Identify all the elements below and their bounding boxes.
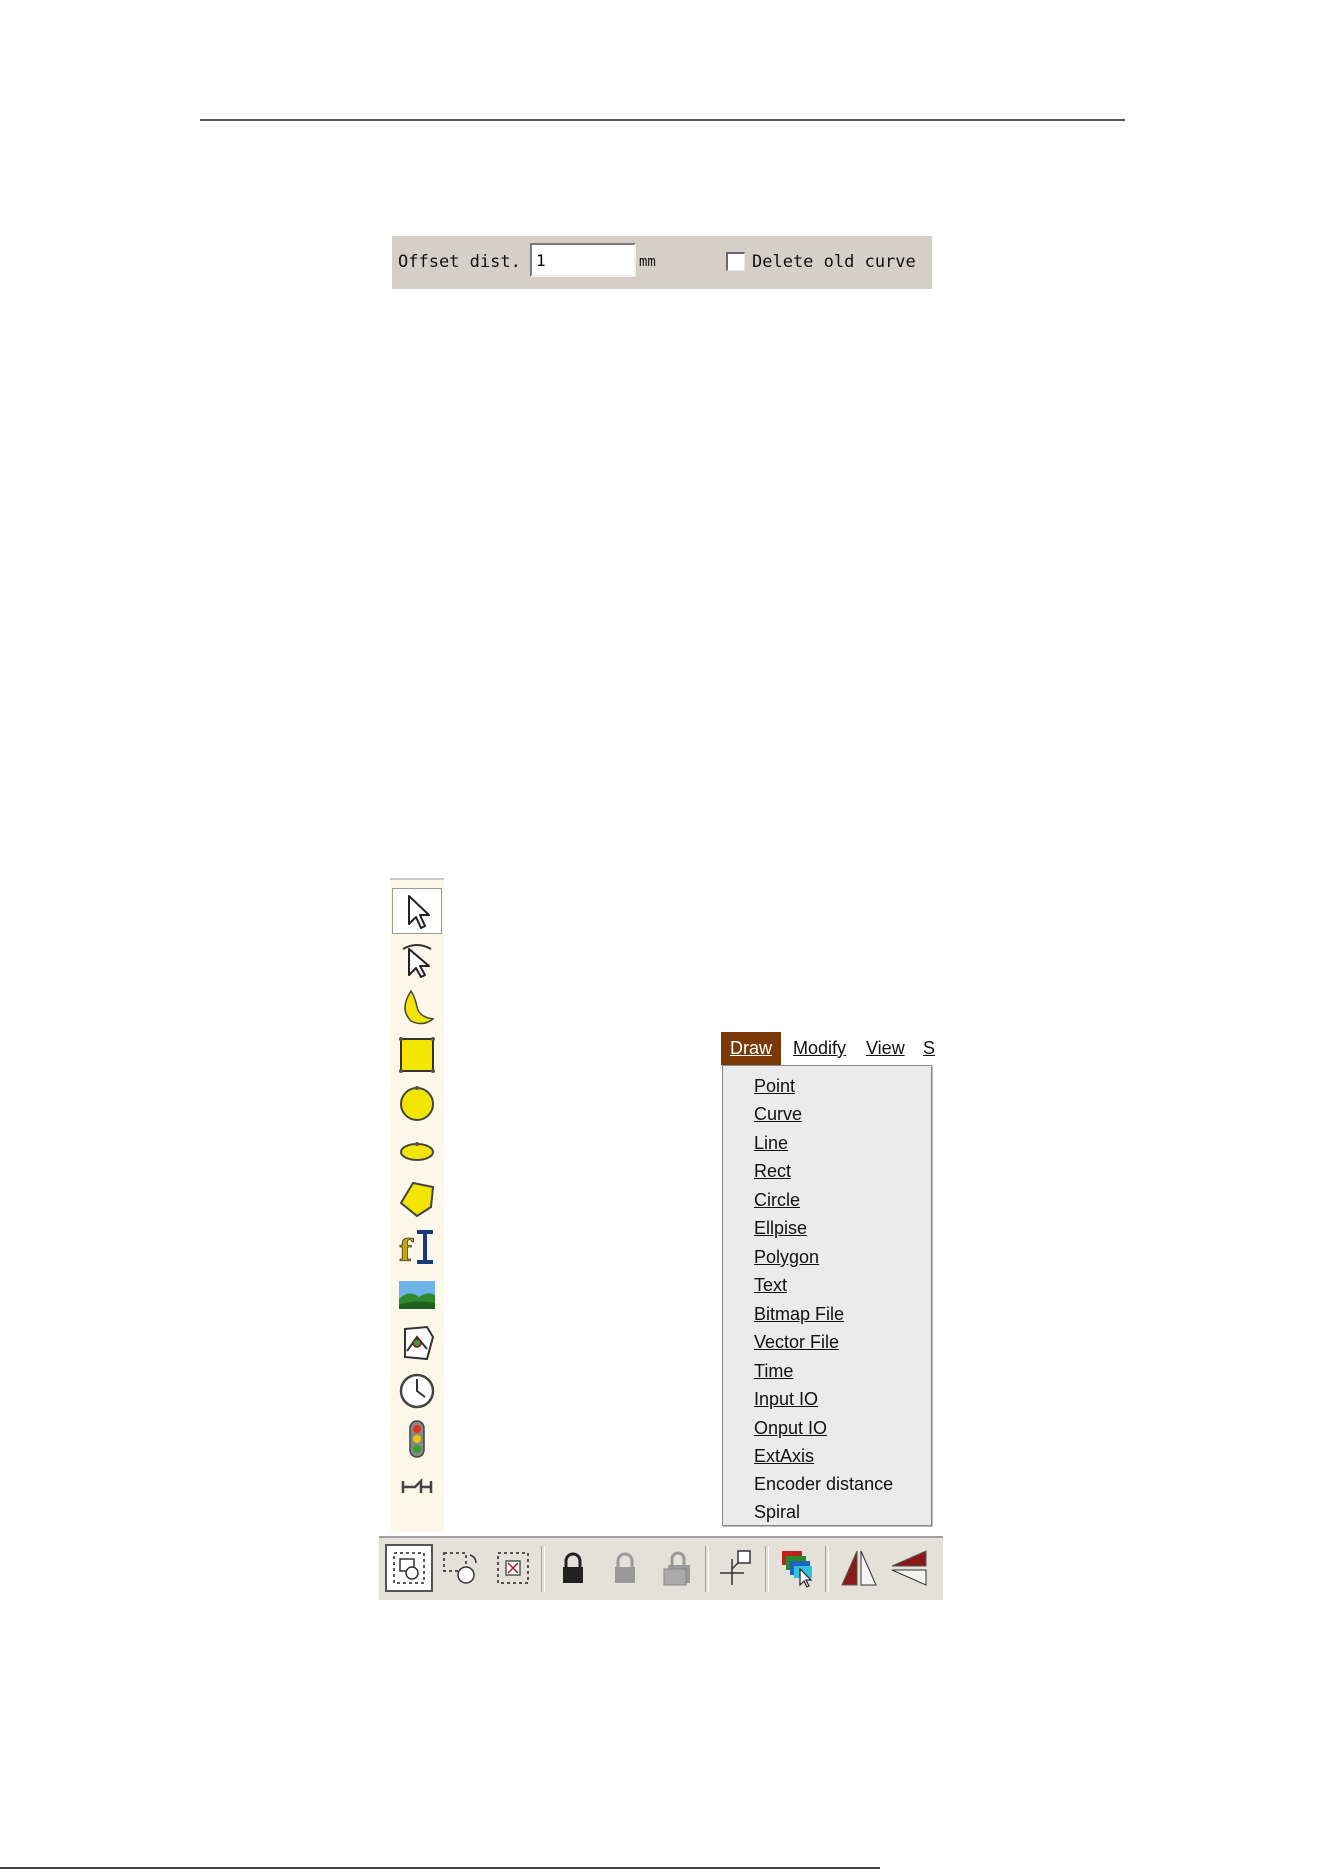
time-tool-button[interactable]: [392, 1368, 442, 1414]
select-tool-button[interactable]: [392, 888, 442, 934]
unlock-all-button[interactable]: [653, 1544, 701, 1592]
delete-old-curve-checkbox[interactable]: [726, 252, 745, 271]
selection-toolbar: [379, 1536, 943, 1600]
color-layer-button[interactable]: [773, 1544, 821, 1592]
draw-vertical-toolbar: f: [390, 878, 444, 1532]
menu-item-encoder-distance[interactable]: Encoder distance: [754, 1470, 893, 1498]
menu-item-curve[interactable]: Curve: [754, 1100, 802, 1128]
menu-modify[interactable]: Modify: [793, 1032, 846, 1065]
menu-item-ellipse[interactable]: Ellpise: [754, 1214, 807, 1242]
mirror-horizontal-button[interactable]: [835, 1544, 883, 1592]
select-cancel-button[interactable]: [489, 1544, 537, 1592]
color-layer-icon: [782, 1551, 813, 1588]
mirror-vertical-icon: [891, 1550, 927, 1586]
delete-old-curve-label: Delete old curve: [752, 252, 916, 272]
draw-menu-dropdown: Point Curve Line Rect Circle Ellpise Pol…: [722, 1065, 932, 1526]
vector-file-icon: [404, 1325, 435, 1361]
menu-item-bitmap-file[interactable]: Bitmap File: [754, 1300, 844, 1328]
ellipse-icon: [400, 1142, 434, 1161]
input-io-tool-button[interactable]: [392, 1416, 442, 1462]
position-icon: [720, 1550, 751, 1585]
page-header-rule: [200, 119, 1125, 121]
menu-item-input-io[interactable]: Input IO: [754, 1385, 818, 1413]
menu-item-time[interactable]: Time: [754, 1357, 793, 1385]
select-rotate-button[interactable]: [437, 1544, 485, 1592]
menu-item-onput-io[interactable]: Onput IO: [754, 1414, 827, 1442]
bitmap-icon: [399, 1281, 435, 1309]
rectangle-icon: [399, 1037, 435, 1073]
polygon-tool-button[interactable]: [392, 1176, 442, 1222]
mirror-horizontal-icon: [841, 1550, 877, 1586]
offset-dist-label: Offset dist.: [398, 252, 521, 272]
toolbar-separator: [765, 1546, 769, 1592]
select-all-icon: [393, 1552, 425, 1584]
curve-tool-button[interactable]: [392, 984, 442, 1030]
unlock-button[interactable]: [601, 1544, 649, 1592]
offset-toolbar: Offset dist. mm Delete old curve: [392, 236, 932, 289]
select-rotate-icon: [443, 1552, 477, 1584]
menu-item-extaxis[interactable]: ExtAxis: [754, 1442, 814, 1470]
lock-icon: [563, 1552, 583, 1583]
bitmap-tool-button[interactable]: [392, 1272, 442, 1318]
position-button[interactable]: [713, 1544, 761, 1592]
menu-item-point[interactable]: Point: [754, 1072, 795, 1100]
mirror-vertical-button[interactable]: [885, 1544, 933, 1592]
menu-item-spiral[interactable]: Spiral: [754, 1498, 800, 1526]
offset-unit-label: mm: [639, 254, 656, 270]
node-edit-tool-button[interactable]: [392, 936, 442, 982]
menu-item-rect[interactable]: Rect: [754, 1157, 791, 1185]
select-arrow-icon: [408, 895, 430, 929]
menu-item-circle[interactable]: Circle: [754, 1186, 800, 1214]
svg-text:f: f: [399, 1234, 414, 1267]
input-io-icon: [409, 1420, 425, 1458]
node-edit-icon: [402, 944, 432, 978]
circle-icon: [400, 1086, 434, 1121]
circle-tool-button[interactable]: [392, 1080, 442, 1126]
text-tool-button[interactable]: f: [392, 1224, 442, 1270]
select-all-button[interactable]: [385, 1544, 433, 1592]
toolbar-separator: [541, 1546, 545, 1592]
polygon-icon: [399, 1181, 435, 1218]
main-menubar: Draw Modify View S: [721, 1032, 935, 1065]
unlock-icon: [615, 1552, 635, 1583]
offset-dist-input[interactable]: [530, 243, 636, 277]
menu-view[interactable]: View: [866, 1032, 905, 1065]
menu-item-polygon[interactable]: Polygon: [754, 1243, 819, 1271]
ext-axis-icon: [401, 1477, 433, 1493]
unlock-all-icon: [663, 1551, 690, 1586]
menu-item-text[interactable]: Text: [754, 1271, 787, 1299]
ellipse-tool-button[interactable]: [392, 1128, 442, 1174]
lock-button[interactable]: [549, 1544, 597, 1592]
menu-item-vector-file[interactable]: Vector File: [754, 1328, 839, 1356]
ext-axis-tool-button[interactable]: [392, 1464, 442, 1510]
menu-draw[interactable]: Draw: [721, 1032, 782, 1065]
menu-item-line[interactable]: Line: [754, 1129, 788, 1157]
curve-icon: [404, 989, 435, 1025]
time-icon: [399, 1373, 435, 1409]
select-cancel-icon: [497, 1552, 529, 1584]
rect-tool-button[interactable]: [392, 1032, 442, 1078]
page-footer-rule: [0, 1867, 880, 1869]
menu-s-truncated[interactable]: S: [923, 1032, 935, 1065]
toolbar-separator: [705, 1546, 709, 1592]
vector-file-tool-button[interactable]: [392, 1320, 442, 1366]
toolbar-separator: [825, 1546, 829, 1592]
text-icon: f: [399, 1230, 433, 1267]
